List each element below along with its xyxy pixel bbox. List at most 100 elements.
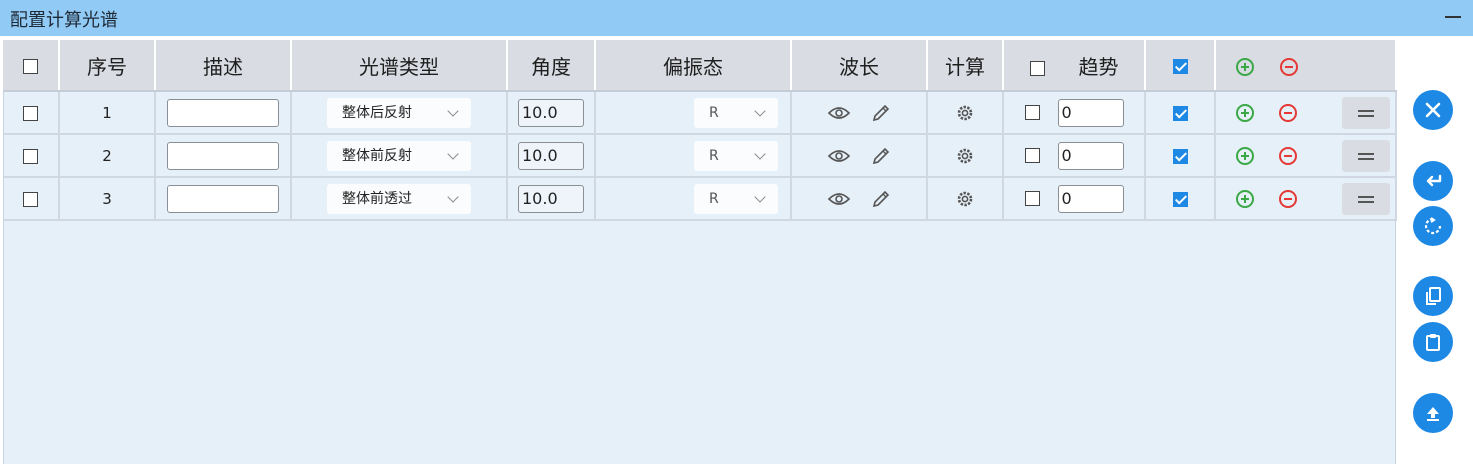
- angle-input[interactable]: 10.0: [518, 98, 584, 127]
- close-button[interactable]: [1413, 90, 1453, 130]
- enter-button[interactable]: [1413, 161, 1453, 201]
- trend-input[interactable]: 0: [1057, 141, 1124, 170]
- polarization-dropdown[interactable]: R: [694, 183, 778, 214]
- row-select-checkbox[interactable]: [23, 148, 38, 164]
- row-wavelength-cell: [791, 177, 928, 221]
- spectrum-type-dropdown[interactable]: 整体前透过: [327, 183, 471, 214]
- spectrum-type-value: 整体前透过: [342, 190, 412, 207]
- enable-all-checkbox[interactable]: [1172, 59, 1188, 74]
- row-actions-cell: [1215, 177, 1397, 221]
- remove-row-icon[interactable]: [1278, 189, 1297, 208]
- trend-checkbox[interactable]: [1024, 191, 1040, 206]
- description-input[interactable]: [167, 141, 279, 170]
- paste-button[interactable]: [1413, 322, 1453, 362]
- row-compute-cell: [927, 91, 1004, 135]
- angle-input[interactable]: 10.0: [518, 184, 584, 213]
- pencil-icon[interactable]: [871, 189, 891, 209]
- trend-input[interactable]: 0: [1057, 98, 1124, 127]
- minimize-button[interactable]: [1445, 16, 1461, 18]
- angle-input[interactable]: 10.0: [518, 141, 584, 170]
- pencil-icon[interactable]: [871, 103, 891, 123]
- row-select-checkbox[interactable]: [23, 191, 38, 207]
- remove-row-icon[interactable]: [1278, 103, 1297, 122]
- row-select-checkbox[interactable]: [23, 105, 38, 121]
- chevron-down-icon: [447, 104, 459, 117]
- row-polarization-cell: R: [595, 91, 792, 135]
- trend-checkbox[interactable]: [1024, 148, 1040, 163]
- row-trend-cell: 0: [1003, 134, 1146, 178]
- header-compute: 计算: [927, 40, 1004, 92]
- trend-checkbox[interactable]: [1024, 105, 1040, 120]
- spectrum-type-value: 整体前反射: [342, 147, 412, 164]
- row-select-cell: [3, 134, 60, 178]
- row-select-cell: [3, 91, 60, 135]
- row-trend-cell: 0: [1003, 177, 1146, 221]
- refresh-button[interactable]: [1413, 206, 1453, 246]
- row-select-cell: [3, 177, 60, 221]
- chevron-down-icon: [754, 190, 766, 203]
- row-enabled-checkbox[interactable]: [1172, 191, 1188, 207]
- row-enabled-checkbox[interactable]: [1172, 148, 1188, 164]
- select-all-checkbox[interactable]: [23, 59, 38, 74]
- add-row-icon[interactable]: [1236, 146, 1254, 165]
- eye-icon[interactable]: [827, 105, 851, 121]
- header-select-all[interactable]: [3, 40, 60, 92]
- trend-all-checkbox[interactable]: [1029, 60, 1045, 76]
- add-row-icon[interactable]: [1236, 189, 1254, 208]
- gear-icon[interactable]: [955, 189, 975, 209]
- title-bar: 配置计算光谱: [0, 0, 1473, 36]
- row-wavelength-cell: [791, 134, 928, 178]
- spectrum-type-dropdown[interactable]: 整体前反射: [327, 140, 471, 171]
- description-input[interactable]: [167, 184, 279, 213]
- eye-icon[interactable]: [827, 191, 851, 207]
- row-enabled-checkbox[interactable]: [1172, 105, 1188, 121]
- upload-icon: [1427, 407, 1439, 421]
- row-spectrum-type-cell: 整体前反射: [291, 134, 508, 178]
- pencil-icon[interactable]: [871, 146, 891, 166]
- drag-handle[interactable]: [1341, 139, 1390, 172]
- chevron-down-icon: [754, 104, 766, 117]
- description-input[interactable]: [167, 98, 279, 127]
- window-title: 配置计算光谱: [10, 10, 118, 31]
- remove-row-icon[interactable]: [1278, 146, 1297, 165]
- polarization-dropdown[interactable]: R: [694, 97, 778, 128]
- row-description-cell: [155, 134, 292, 178]
- header-index: 序号: [59, 40, 156, 92]
- header-trend-label: 趋势: [1078, 54, 1119, 79]
- row-polarization-cell: R: [595, 134, 792, 178]
- chevron-down-icon: [447, 147, 459, 160]
- gear-icon[interactable]: [955, 103, 975, 123]
- table-row: 3 整体前透过 10.0 R 0: [3, 177, 1397, 221]
- row-angle-cell: 10.0: [507, 91, 596, 135]
- row-actions-cell: [1215, 91, 1397, 135]
- add-row-icon[interactable]: [1236, 57, 1254, 76]
- row-wavelength-cell: [791, 91, 928, 135]
- trend-input[interactable]: 0: [1057, 184, 1124, 213]
- row-compute-cell: [927, 177, 1004, 221]
- drag-handle[interactable]: [1341, 96, 1390, 129]
- header-spectrum-type: 光谱类型: [291, 40, 508, 92]
- row-spectrum-type-cell: 整体后反射: [291, 91, 508, 135]
- drag-handle[interactable]: [1341, 182, 1390, 215]
- copy-button[interactable]: [1413, 276, 1453, 316]
- eye-icon[interactable]: [827, 148, 851, 164]
- header-row-actions: [1215, 40, 1397, 92]
- row-trend-cell: 0: [1003, 91, 1146, 135]
- polarization-value: R: [709, 104, 719, 121]
- add-row-icon[interactable]: [1236, 103, 1254, 122]
- table-header: 序号 描述 光谱类型 角度 偏振态 波长 计算 趋势: [3, 40, 1397, 92]
- spectrum-type-value: 整体后反射: [342, 104, 412, 121]
- enter-icon: [1426, 174, 1442, 187]
- polarization-value: R: [709, 147, 719, 164]
- spectrum-type-dropdown[interactable]: 整体后反射: [327, 97, 471, 128]
- remove-row-icon[interactable]: [1280, 57, 1299, 76]
- copy-icon: [1426, 287, 1441, 305]
- paste-icon: [1426, 334, 1440, 351]
- row-angle-cell: 10.0: [507, 134, 596, 178]
- polarization-dropdown[interactable]: R: [694, 140, 778, 171]
- row-enabled-cell: [1145, 134, 1216, 178]
- gear-icon[interactable]: [955, 146, 975, 166]
- row-index: 3: [59, 177, 156, 221]
- upload-button[interactable]: [1413, 393, 1453, 433]
- table-row: 2 整体前反射 10.0 R 0: [3, 134, 1397, 178]
